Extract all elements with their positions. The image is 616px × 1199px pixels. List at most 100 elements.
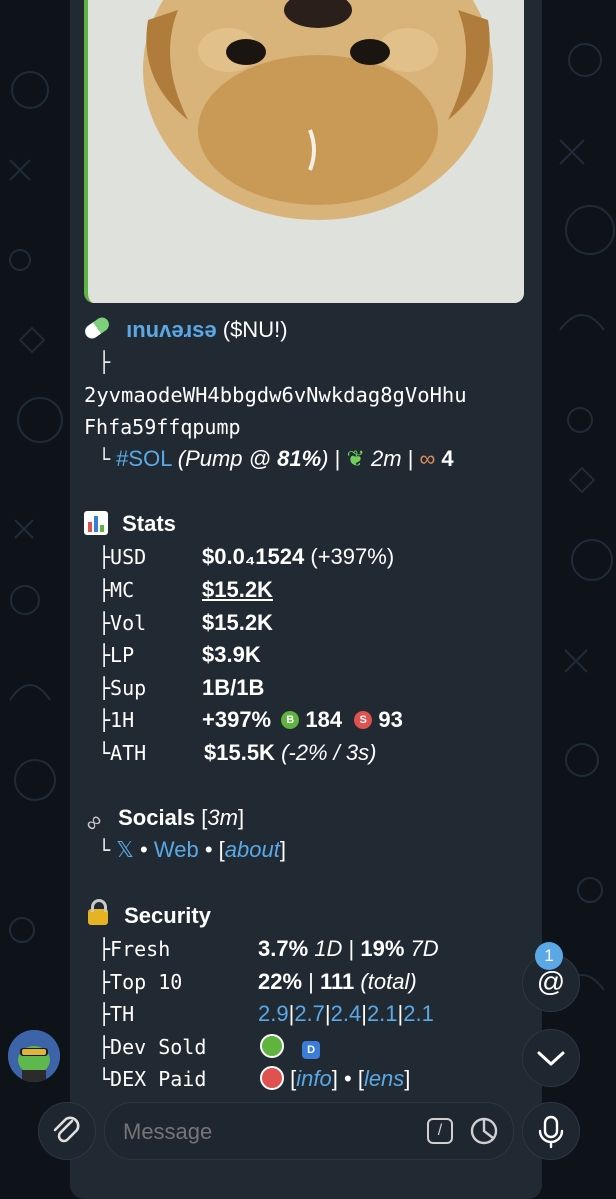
stat-value: 1B/1B xyxy=(202,675,265,700)
security-label: Dev Sold xyxy=(110,1035,207,1059)
security-label: DEX Paid xyxy=(110,1067,207,1091)
stat-value: $3.9K xyxy=(202,642,261,667)
message-input[interactable] xyxy=(121,1103,415,1161)
info-link[interactable]: info xyxy=(296,1066,331,1091)
stats-title: Stats xyxy=(122,511,176,536)
socials-links: └ 𝕏 • Web • [about] xyxy=(98,837,286,862)
security-label: TH xyxy=(110,1002,135,1026)
web-link[interactable]: Web xyxy=(154,837,199,862)
tree-branch: ├ xyxy=(98,970,111,994)
sender-avatar[interactable] xyxy=(8,1030,60,1082)
stat-label: Vol xyxy=(110,611,147,635)
stat-value: $15.5K (-2% / 3s) xyxy=(204,740,377,765)
stat-row-mc: ├MC $15.2K xyxy=(98,574,518,606)
chain-hashtag[interactable]: #SOL xyxy=(116,446,171,471)
token-name-link[interactable]: ınuʌǝɹsǝ xyxy=(126,317,217,342)
stat-value: $15.2K xyxy=(202,610,273,635)
scroll-down-button[interactable] xyxy=(522,1029,580,1087)
holder-link[interactable]: 2.7 xyxy=(294,1001,325,1026)
link-icon: ∞ xyxy=(78,807,108,837)
paperclip-icon xyxy=(53,1116,80,1143)
stat-label: USD xyxy=(110,545,147,569)
dev-badge-icon: D xyxy=(302,1041,321,1059)
commands-icon[interactable]: / xyxy=(427,1118,453,1144)
buy-badge-icon: B xyxy=(281,711,300,729)
sell-badge-icon: S xyxy=(354,711,373,729)
token-image[interactable] xyxy=(84,0,524,303)
red-circle-icon xyxy=(260,1066,284,1090)
holder-link[interactable]: 2.1 xyxy=(367,1001,398,1026)
tree-end: └ xyxy=(98,1067,111,1091)
bar-chart-icon xyxy=(84,511,108,535)
message-input-bar[interactable]: / xyxy=(104,1102,514,1161)
avatar-image xyxy=(8,1030,60,1082)
holder-link[interactable]: 2.4 xyxy=(331,1001,362,1026)
buy-count: 184 xyxy=(305,707,343,732)
socials-age: 3m xyxy=(207,805,238,830)
separator: | xyxy=(334,446,341,471)
stat-row-1h: ├1H +397% B 184 S 93 xyxy=(98,704,518,736)
security-value: D xyxy=(260,1031,321,1063)
holder-link[interactable]: 2.9 xyxy=(258,1001,289,1026)
stat-value: +397% B 184 S 93 xyxy=(202,707,403,732)
stat-label: 1H xyxy=(110,708,135,732)
green-circle-icon xyxy=(260,1034,284,1058)
security-row-dex-paid: └DEX Paid [info] • [lens] xyxy=(98,1063,518,1095)
platform-suffix: ) xyxy=(321,446,329,471)
socials-heading: ∞ Socials [3m] xyxy=(79,802,244,836)
chevron-down-icon xyxy=(537,1051,565,1066)
security-row-th: ├TH 2.9|2.7|2.4|2.1|2.1 xyxy=(98,998,518,1030)
tree-branch: ├ xyxy=(98,1035,111,1059)
platform-prefix: (Pump @ xyxy=(177,446,278,471)
separator: | xyxy=(407,446,414,471)
stat-row-lp: ├LP $3.9K xyxy=(98,639,518,671)
tree-branch: ├ xyxy=(98,545,111,569)
security-label: Fresh xyxy=(110,937,171,961)
tree-branch: ├ xyxy=(98,578,111,602)
stat-row-ath: └ATH $15.5K (-2% / 3s) xyxy=(98,737,518,769)
security-title: Security xyxy=(124,903,211,928)
microphone-icon xyxy=(538,1115,564,1149)
chain-line: └ #SOL (Pump @ 81%) | ❦ 2m | ∞ 4 xyxy=(98,443,454,475)
tree-end: └ xyxy=(98,838,111,862)
tree-branch: ├ xyxy=(98,1002,111,1026)
timer-icon[interactable] xyxy=(469,1116,499,1146)
about-link[interactable]: about xyxy=(225,837,280,862)
stat-label: Sup xyxy=(110,676,147,700)
tree-branch: ├ xyxy=(98,708,111,732)
contract-address-line2[interactable]: Fhfa59ffqpump xyxy=(84,411,241,443)
token-age: 2m xyxy=(371,446,402,471)
holders-count: 4 xyxy=(441,446,454,471)
security-label: Top 10 xyxy=(110,970,183,994)
top-holders-values: 2.9|2.7|2.4|2.1|2.1 xyxy=(258,1001,434,1026)
security-row-top10: ├Top 10 22% | 111 (total) xyxy=(98,966,518,998)
stat-row-usd: ├USD $0.0₄1524 (+397%) xyxy=(98,541,518,573)
stat-label: MC xyxy=(110,578,135,602)
socials-title: Socials xyxy=(118,805,196,830)
stat-value: $0.0₄1524 (+397%) xyxy=(202,544,395,569)
tree-branch: ├ xyxy=(98,676,111,700)
sell-count: 93 xyxy=(378,707,403,732)
tree-branch: ├ xyxy=(98,350,111,374)
security-heading: Security xyxy=(84,899,211,932)
security-row-fresh: ├Fresh 3.7% 1D | 19% 7D xyxy=(98,933,518,965)
lens-link[interactable]: lens xyxy=(364,1066,404,1091)
token-ticker: ($NU!) xyxy=(222,317,288,342)
stat-label: ATH xyxy=(110,741,147,765)
attach-button[interactable] xyxy=(38,1102,96,1160)
stat-label: LP xyxy=(110,643,135,667)
holders-icon: ∞ xyxy=(419,446,436,471)
pill-icon xyxy=(82,314,112,342)
x-link[interactable]: 𝕏 xyxy=(116,837,134,862)
platform-pct: 81% xyxy=(277,446,322,471)
holder-link[interactable]: 2.1 xyxy=(403,1001,434,1026)
stat-row-vol: ├Vol $15.2K xyxy=(98,607,518,639)
contract-address-line1[interactable]: 2yvmaodeWH4bbgdw6vNwkdag8gVoHhu xyxy=(84,379,467,411)
mention-count-badge: 1 xyxy=(535,942,563,970)
voice-message-button[interactable] xyxy=(522,1102,580,1160)
market-cap-link[interactable]: $15.2K xyxy=(202,574,273,606)
tree-end: └ xyxy=(98,447,111,471)
stat-row-sup: ├Sup 1B/1B xyxy=(98,672,518,704)
lock-icon xyxy=(88,899,108,925)
security-value: 3.7% 1D | 19% 7D xyxy=(258,936,439,961)
